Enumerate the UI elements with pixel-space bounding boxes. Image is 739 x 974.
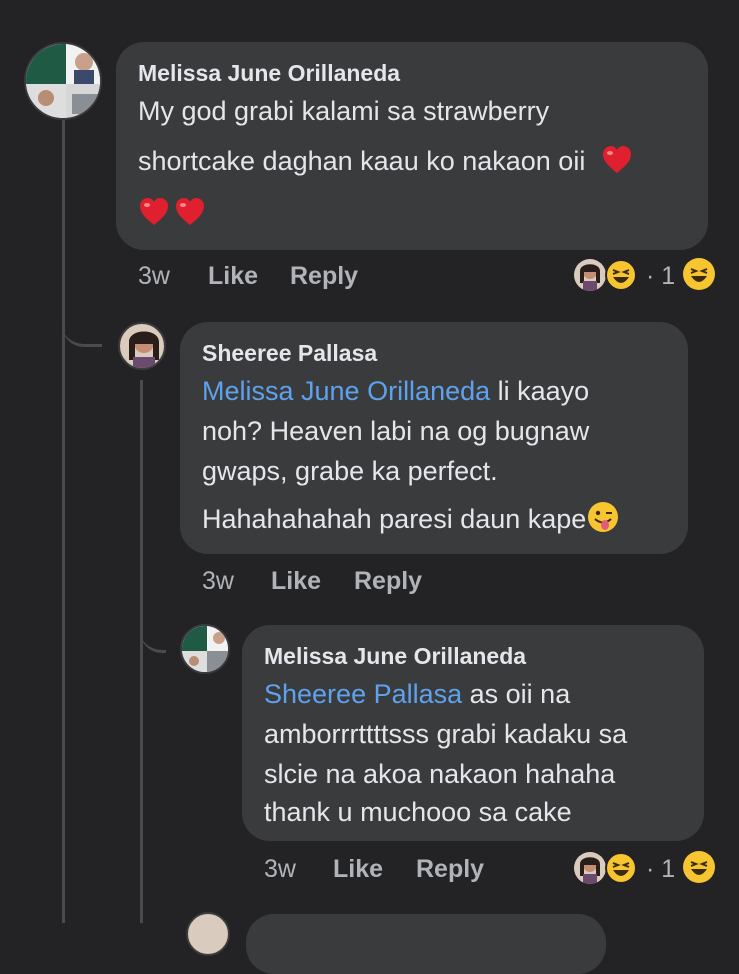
comment-text-line: My god grabi kalami sa strawberry: [138, 96, 550, 126]
red-heart-icon: [138, 196, 170, 228]
comment-text-line: Melissa June Orillaneda li kaayo: [202, 376, 590, 406]
laughing-face-icon[interactable]: [604, 851, 638, 885]
comment-bubble: [246, 914, 606, 974]
comment-author[interactable]: Melissa June Orillaneda: [264, 643, 526, 670]
reply-button[interactable]: Reply: [290, 262, 358, 291]
avatar[interactable]: [180, 624, 230, 674]
avatar[interactable]: [24, 42, 102, 120]
reactor-avatar[interactable]: [574, 259, 606, 291]
comment-author[interactable]: Melissa June Orillaneda: [138, 60, 400, 87]
comment-text-line: Hahahahahah paresi daun kape: [202, 501, 619, 537]
laughing-face-icon[interactable]: [604, 258, 638, 292]
like-button[interactable]: Like: [271, 567, 321, 596]
comment-text-line: amborrrttttsss grabi kadaku sa: [264, 719, 628, 749]
comment-text-line: shortcake daghan kaau ko nakaon oii: [138, 144, 633, 179]
like-button[interactable]: Like: [208, 262, 258, 291]
mention-link[interactable]: Sheeree Pallasa: [264, 679, 462, 709]
avatar[interactable]: [186, 912, 230, 956]
comment-emoji-row: [138, 196, 206, 228]
comment-timestamp[interactable]: 3w: [138, 262, 170, 291]
comment-timestamp[interactable]: 3w: [202, 567, 234, 596]
winking-face-tongue-icon: [587, 501, 619, 533]
comment-author[interactable]: Sheeree Pallasa: [202, 340, 377, 367]
avatar[interactable]: [118, 322, 166, 370]
comment-text-line: slcie na akoa nakaon hahaha: [264, 759, 616, 789]
reply-button[interactable]: Reply: [416, 855, 484, 884]
reactor-avatar[interactable]: [574, 852, 606, 884]
reaction-count[interactable]: · 1: [646, 262, 675, 291]
reaction-count[interactable]: · 1: [646, 855, 675, 884]
comment-bubble: Melissa June Orillaneda My god grabi kal…: [116, 42, 708, 250]
like-button[interactable]: Like: [333, 855, 383, 884]
comment-text-line: Sheeree Pallasa as oii na: [264, 679, 571, 709]
thread-line-reply-1: [140, 380, 143, 923]
laughing-face-icon[interactable]: [682, 850, 716, 884]
comment-bubble: Sheeree Pallasa Melissa June Orillaneda …: [180, 322, 688, 554]
thread-connector-reply-1: [62, 300, 102, 347]
thread-connector-reply-2: [140, 610, 166, 653]
reply-button[interactable]: Reply: [354, 567, 422, 596]
red-heart-icon: [601, 144, 633, 176]
comment-text-line: noh? Heaven labi na og bugnaw: [202, 416, 590, 446]
comment-bubble: Melissa June Orillaneda Sheeree Pallasa …: [242, 625, 704, 841]
red-heart-icon: [174, 196, 206, 228]
comment-text-line: gwaps, grabe ka perfect.: [202, 456, 498, 486]
thread-line-main: [62, 120, 65, 923]
comment-timestamp[interactable]: 3w: [264, 855, 296, 884]
comment-text-line: thank u muchooo sa cake: [264, 797, 572, 827]
mention-link[interactable]: Melissa June Orillaneda: [202, 376, 490, 406]
laughing-face-icon[interactable]: [682, 257, 716, 291]
